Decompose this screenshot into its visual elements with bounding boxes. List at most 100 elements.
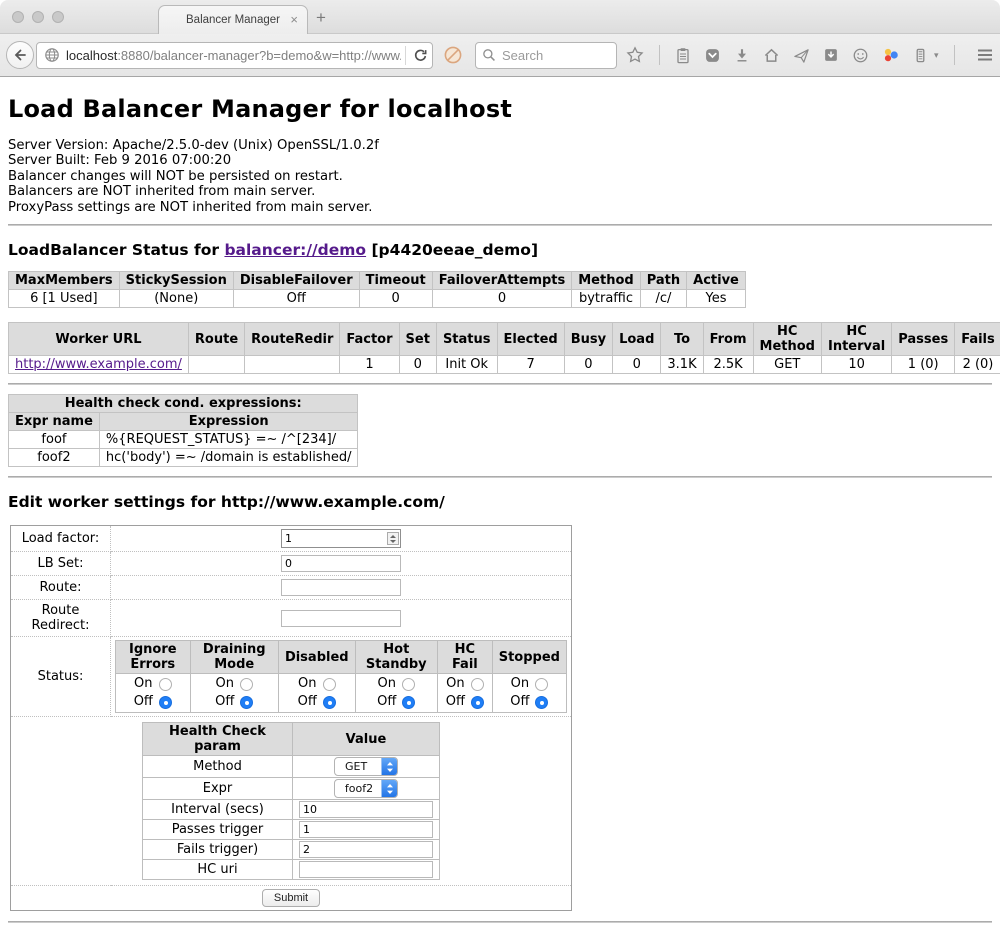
server-version-line: Server Version: Apache/2.5.0-dev (Unix) …	[8, 138, 992, 153]
hc-expr-select[interactable]: foof2	[334, 779, 398, 798]
content-blocker-icon[interactable]	[443, 45, 463, 65]
url-host: localhost	[66, 48, 117, 63]
hc-fail-off-radio[interactable]	[471, 696, 484, 709]
select-arrows-icon	[381, 758, 397, 775]
col-header: DisableFailover	[233, 272, 359, 290]
chevron-down-icon[interactable]: ▾	[934, 50, 939, 61]
draining-mode-on-radio[interactable]	[240, 678, 253, 691]
divider	[8, 224, 992, 226]
hc-method-select[interactable]: GET	[334, 757, 398, 776]
col-header: Disabled	[278, 641, 355, 674]
selected-option: foof2	[335, 780, 381, 797]
on-label: On	[378, 675, 396, 693]
cell-active: Yes	[687, 290, 746, 308]
url-bar[interactable]: localhost:8880/balancer-manager?b=demo&w…	[36, 42, 433, 69]
cell-busy: 0	[564, 356, 612, 374]
balancer-demo-link[interactable]: balancer://demo	[224, 241, 366, 259]
worker-settings-table: Load factor: LB Set: Route: Route Redire…	[10, 525, 572, 911]
stopped-on-radio[interactable]	[535, 678, 548, 691]
menu-hamburger-icon[interactable]	[976, 47, 994, 63]
tab-balancer-manager[interactable]: Balancer Manager ×	[158, 5, 308, 34]
health-check-params-table: Health Check param Value Method GET	[142, 722, 440, 880]
hc-uri-input[interactable]	[299, 861, 433, 878]
window-controls	[12, 11, 64, 23]
balancer-status-table: MaxMembers StickySession DisableFailover…	[8, 271, 746, 308]
submit-button[interactable]: Submit	[262, 889, 320, 907]
status-cell-stopped: On Off	[492, 674, 566, 713]
disabled-off-radio[interactable]	[323, 696, 336, 709]
hc-interval-input[interactable]	[299, 801, 433, 818]
cell-elected: 7	[497, 356, 564, 374]
lb-set-label: LB Set:	[11, 552, 111, 576]
cell-disablefailover: Off	[233, 290, 359, 308]
col-header: FailoverAttempts	[432, 272, 572, 290]
reload-icon[interactable]	[413, 48, 428, 63]
ignore-errors-off-radio[interactable]	[159, 696, 172, 709]
colored-dots-extension-icon[interactable]	[882, 46, 900, 64]
divider	[8, 921, 992, 923]
ignore-errors-on-radio[interactable]	[159, 678, 172, 691]
zoom-window-button[interactable]	[52, 11, 64, 23]
route-input[interactable]	[281, 579, 401, 596]
cell-expression: %{REQUEST_STATUS} =~ /^[234]/	[99, 431, 358, 449]
load-factor-input[interactable]	[281, 529, 401, 548]
reading-list-icon[interactable]	[675, 47, 691, 64]
cell-from: 2.5K	[703, 356, 753, 374]
hc-fails-input[interactable]	[299, 841, 433, 858]
browser-window: Balancer Manager × + localhost:8880/bala…	[0, 0, 1000, 927]
chat-smiley-icon[interactable]	[852, 47, 869, 64]
toolbar-actions: ▾	[626, 45, 1000, 65]
back-button[interactable]	[6, 41, 34, 69]
heading-suffix: [p4420eeae_demo]	[366, 241, 538, 259]
hc-passes-input[interactable]	[299, 821, 433, 838]
number-stepper[interactable]	[387, 532, 399, 545]
disabled-on-radio[interactable]	[323, 678, 336, 691]
stopped-off-radio[interactable]	[535, 696, 548, 709]
col-header: StickySession	[119, 272, 233, 290]
hot-standby-off-radio[interactable]	[402, 696, 415, 709]
expr-table-title: Health check cond. expressions:	[9, 395, 358, 413]
on-label: On	[134, 675, 152, 693]
worker-url-link[interactable]: http://www.example.com/	[15, 357, 182, 372]
table-row: 6 [1 Used] (None) Off 0 0 bytraffic /c/ …	[9, 290, 746, 308]
send-plane-icon[interactable]	[793, 47, 810, 64]
on-label: On	[511, 675, 529, 693]
lb-set-input[interactable]	[281, 555, 401, 572]
hc-fails-label: Fails trigger)	[143, 840, 293, 860]
cell-route	[188, 356, 244, 374]
hc-fail-on-radio[interactable]	[471, 678, 484, 691]
heading-prefix: LoadBalancer Status for	[8, 241, 224, 259]
draining-mode-off-radio[interactable]	[240, 696, 253, 709]
page-content: Load Balancer Manager for localhost Serv…	[0, 77, 1000, 926]
bookmark-star-icon[interactable]	[626, 46, 644, 64]
tab-close-icon[interactable]: ×	[290, 12, 298, 28]
search-input[interactable]	[502, 48, 610, 63]
col-header: Elected	[497, 323, 564, 356]
download-box-icon[interactable]	[823, 47, 839, 63]
route-redirect-input[interactable]	[281, 610, 401, 627]
hc-uri-label: HC uri	[143, 860, 293, 880]
status-cell-hot-standby: On Off	[355, 674, 437, 713]
col-header: Draining Mode	[190, 641, 278, 674]
cell-hc-interval: 10	[821, 356, 891, 374]
off-label: Off	[134, 693, 153, 711]
close-window-button[interactable]	[12, 11, 24, 23]
cell-to: 3.1K	[661, 356, 703, 374]
cell-maxmembers: 6 [1 Used]	[9, 290, 120, 308]
hot-standby-on-radio[interactable]	[402, 678, 415, 691]
status-cell-draining-mode: On Off	[190, 674, 278, 713]
col-header: Busy	[564, 323, 612, 356]
col-header: Worker URL	[9, 323, 189, 356]
download-arrow-icon[interactable]	[734, 47, 750, 63]
minimize-window-button[interactable]	[32, 11, 44, 23]
health-check-expressions-table: Health check cond. expressions: Expr nam…	[8, 394, 358, 467]
loadbalancer-status-heading: LoadBalancer Status for balancer://demo …	[8, 241, 992, 259]
search-bar[interactable]	[475, 42, 617, 69]
home-icon[interactable]	[763, 47, 780, 64]
col-header: HC Method	[753, 323, 821, 356]
pocket-icon[interactable]	[704, 47, 721, 64]
hc-expr-label: Expr	[143, 778, 293, 800]
device-battery-icon[interactable]	[913, 47, 928, 64]
new-tab-button[interactable]: +	[316, 8, 326, 28]
cell-timeout: 0	[359, 290, 432, 308]
